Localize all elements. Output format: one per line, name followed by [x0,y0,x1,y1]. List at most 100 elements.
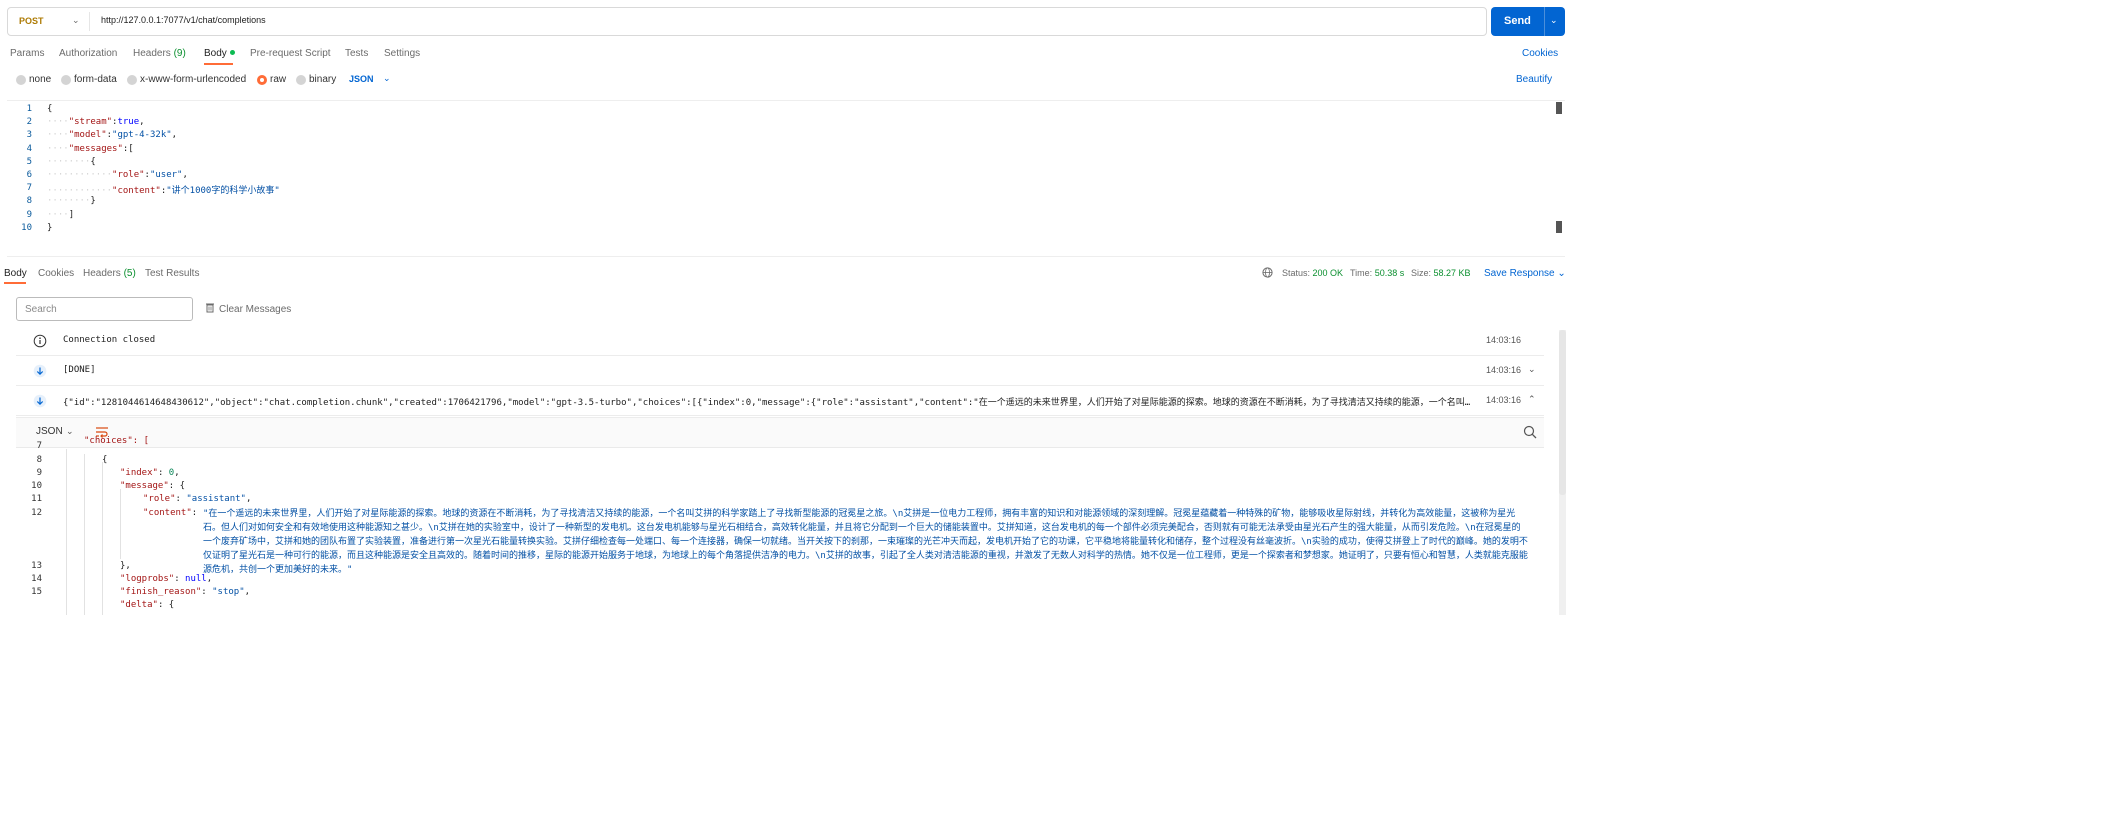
globe-icon[interactable] [1262,267,1273,278]
active-tab-indicator [4,282,26,284]
code-line: ········{ [47,157,96,167]
message-time: 14:03:16 [1486,395,1522,405]
indent-guide [66,449,67,615]
beautify-link[interactable]: Beautify [1516,74,1552,85]
response-scrollbar-thumb[interactable] [1559,330,1566,495]
code-line: }, [120,561,131,571]
tab-pre-request-script[interactable]: Pre-request Script [250,48,331,59]
arrow-down-icon [33,364,47,378]
radio-raw-label: raw [270,74,287,85]
code-line: "delta": { [120,600,175,610]
message-time: 14:03:16 [1486,365,1522,375]
line-number: 1 [26,104,32,114]
divider [1544,7,1545,36]
line-number: 5 [26,157,32,167]
method-label: POST [19,16,44,26]
line-number: 12 [31,508,42,518]
modified-dot-icon [229,50,235,55]
chevron-down-icon: ⌄ [1557,268,1566,279]
tab-test-results[interactable]: Test Results [145,268,199,279]
chevron-down-icon[interactable]: ⌄ [383,73,391,84]
chevron-up-icon[interactable]: ⌃ [1528,394,1536,405]
message-row-expanded[interactable]: {"id":"1281044614648430612","object":"ch… [16,386,1544,416]
code-line: ············"content":"讲个1000字的科学小故事" [47,186,280,196]
status-readout: Status: 200 OK [1282,268,1344,278]
radio-binary[interactable] [296,75,306,85]
tab-params[interactable]: Params [10,48,44,59]
arrow-down-icon [33,394,47,408]
radio-form-data[interactable] [61,75,71,85]
indent-guide [84,454,85,615]
tab-response-cookies[interactable]: Cookies [38,268,74,279]
editor-scrollbar[interactable] [1556,102,1562,114]
line-number: 10 [21,223,32,233]
code-line: ····"stream":true, [47,117,145,127]
radio-none[interactable] [16,75,26,85]
viewer-format-select[interactable]: JSON [36,426,63,437]
code-line: "choices": [ [84,436,150,446]
trash-icon [206,303,214,313]
radio-form-data-label: form-data [74,74,117,85]
message-text: Connection closed [63,335,156,345]
method-select[interactable]: POST ⌄ [8,8,88,35]
code-line: ····] [47,210,75,220]
code-line: "role": "assistant", [143,494,252,504]
code-line: "finish_reason": "stop", [120,587,251,597]
headers-count: (5) [123,268,136,279]
code-line: "logprobs": null, [120,574,213,584]
radio-urlencoded-label: x-www-form-urlencoded [140,74,247,85]
format-select[interactable]: JSON [349,74,374,84]
code-line: "message": { [120,481,186,491]
message-text: {"id":"1281044614648430612","object":"ch… [63,398,1473,408]
send-button[interactable]: Send ⌄ [1491,7,1565,36]
code-line: { [47,104,53,114]
chevron-down-icon[interactable]: ⌄ [1528,364,1536,375]
headers-count: (9) [173,48,186,59]
line-number: 11 [31,494,42,504]
code-line: ····"messages":[ [47,144,134,154]
tab-response-body[interactable]: Body [4,268,27,279]
code-line: ····"model":"gpt-4-32k", [47,130,178,140]
code-line: } [47,223,53,233]
radio-urlencoded[interactable] [127,75,137,85]
tab-body[interactable]: Body [204,48,235,59]
code-line: { [102,455,108,465]
line-number: 2 [26,117,32,127]
divider [89,12,90,31]
tab-authorization[interactable]: Authorization [59,48,117,59]
line-number: 15 [31,587,42,597]
radio-none-label: none [29,74,52,85]
tab-headers[interactable]: Headers (9) [133,48,186,59]
indent-guide [120,489,121,559]
chevron-down-icon[interactable]: ⌄ [66,426,74,437]
tab-tests[interactable]: Tests [345,48,368,59]
content-string: "在一个遥远的未来世界里，人们开始了对星际能源的探索。地球的资源在不断消耗，为了… [203,509,1528,575]
active-tab-indicator [204,63,233,65]
cookies-link[interactable]: Cookies [1522,48,1558,59]
indent-guide [102,462,103,615]
line-number: 3 [26,130,32,140]
messages-search-input[interactable] [16,297,193,321]
editor-scrollbar-marker [1556,221,1562,233]
line-number: 14 [31,574,42,584]
line-number: 4 [26,144,32,154]
chevron-down-icon[interactable]: ⌄ [1550,15,1558,26]
line-number: 9 [36,468,42,478]
line-number: 7 [36,441,42,451]
url-input[interactable]: http://127.0.0.1:7077/v1/chat/completion… [101,15,266,25]
message-row[interactable]: [DONE] 14:03:16 ⌄ [16,356,1544,386]
search-icon[interactable] [1522,424,1538,440]
tab-response-headers[interactable]: Headers (5) [83,268,136,279]
size-readout: Size: 58.27 KB [1411,268,1471,278]
request-body-editor[interactable] [7,100,1565,257]
radio-raw[interactable] [257,75,267,85]
send-label: Send [1504,15,1531,27]
tab-settings[interactable]: Settings [384,48,420,59]
message-row[interactable]: Connection closed 14:03:16 [16,326,1544,356]
line-number: 13 [31,561,42,571]
save-response-button[interactable]: Save Response ⌄ [1484,268,1566,279]
code-line: ············"role":"user", [47,170,188,180]
time-readout: Time: 50.38 s [1350,268,1405,278]
code-line: "content": [143,508,203,518]
clear-messages-button[interactable]: Clear Messages [205,302,291,315]
